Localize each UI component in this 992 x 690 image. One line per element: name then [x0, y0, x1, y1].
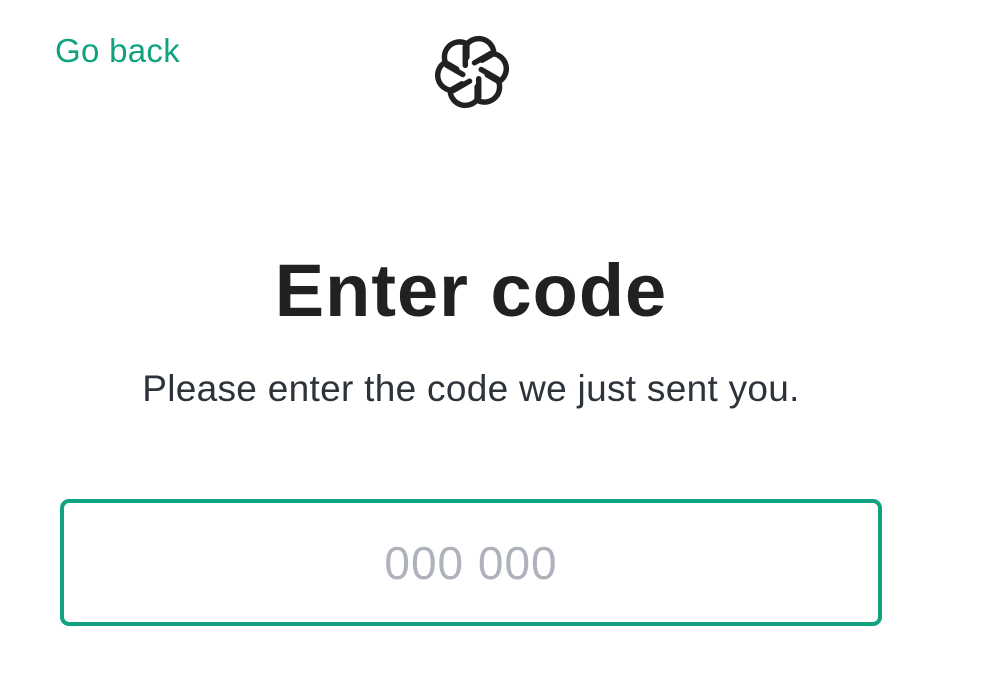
- go-back-link[interactable]: Go back: [55, 32, 180, 70]
- openai-logo-icon: [430, 30, 514, 114]
- verification-code-input[interactable]: [60, 499, 882, 626]
- page-subtitle: Please enter the code we just sent you.: [142, 368, 800, 409]
- page-title: Enter code: [274, 249, 668, 332]
